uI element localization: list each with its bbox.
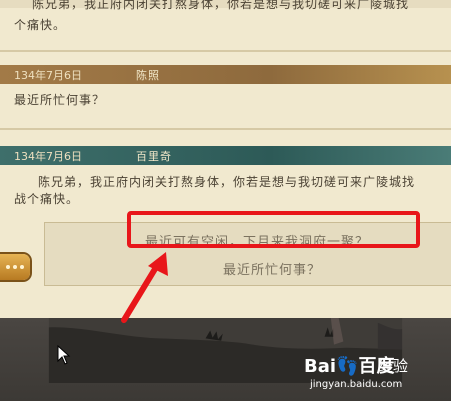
message-sender: 百里奇 (136, 150, 172, 163)
message-divider (0, 128, 451, 130)
message-text-line: 战个痛快。 (14, 192, 80, 206)
message-panel: 陈兄弟，我正府内闭关打熬身体，你若是想与我切磋可来广陵城找 个痛快。 134年7… (0, 0, 451, 318)
watermark-url: jingyan.baidu.com (310, 379, 403, 390)
message-text-line: 最近所忙何事？ (14, 93, 106, 107)
message-date: 134年7月6日 (14, 69, 82, 82)
more-options-button[interactable] (0, 254, 30, 280)
message-header: 134年7月6日 百里奇 (0, 146, 451, 165)
baidu-watermark: Bai👣百度 经验 jingyan.baidu.com (304, 352, 429, 396)
message-text-line: 个痛快。 (14, 18, 67, 32)
message-header: 134年7月6日 陈照 (0, 65, 451, 84)
message-sender: 陈照 (136, 69, 160, 82)
watermark-jingyan: 经验 (378, 357, 409, 375)
highlight-box (127, 211, 420, 248)
message-text-line: 陈兄弟，我正府内闭关打熬身体，你若是想与我切磋可来广陵城找 (32, 0, 410, 11)
reply-option[interactable]: 最近所忙何事？ (223, 259, 321, 278)
more-dot-icon (13, 265, 17, 269)
message-date: 134年7月6日 (14, 150, 82, 163)
message-divider (0, 50, 451, 52)
cursor-icon (57, 345, 71, 365)
red-arrow-icon (121, 252, 168, 323)
more-dot-icon (6, 265, 10, 269)
more-dot-icon (20, 265, 24, 269)
